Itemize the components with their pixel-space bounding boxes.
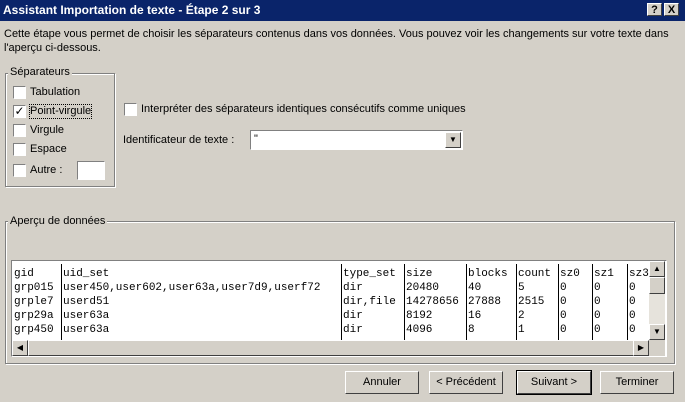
- scroll-right-icon[interactable]: ▶: [633, 340, 649, 356]
- scroll-up-icon[interactable]: ▲: [649, 261, 665, 277]
- scroll-down-icon[interactable]: ▼: [649, 324, 665, 340]
- table-cell: 0: [629, 310, 636, 322]
- table-row: grp29a user63a dir 8192 16 2 0 0 0: [12, 310, 649, 323]
- table-cell: 0: [629, 296, 636, 308]
- table-cell: dir: [343, 324, 363, 336]
- table-cell: 14278656: [406, 296, 459, 308]
- table-cell: 0: [594, 296, 601, 308]
- table-cell: userd51: [63, 296, 110, 308]
- other-checkbox[interactable]: [13, 164, 26, 177]
- text-qualifier-select[interactable]: " ▼: [250, 130, 463, 150]
- table-cell: 8192: [406, 310, 433, 322]
- table-cell: 16: [468, 310, 482, 322]
- intro-text: Cette étape vous permet de choisir les s…: [4, 28, 669, 54]
- other-separator-input[interactable]: [77, 161, 105, 180]
- column-divider[interactable]: [466, 264, 467, 344]
- table-row: grp450 user63a dir 4096 8 1 0 0 0: [12, 324, 649, 337]
- text-qualifier-label: Identificateur de texte :: [123, 134, 235, 146]
- table-cell: 0: [560, 296, 567, 308]
- comma-label[interactable]: Virgule: [30, 124, 64, 137]
- horizontal-scroll-thumb[interactable]: [28, 340, 634, 356]
- preview-legend: Aperçu de données: [8, 215, 108, 227]
- vertical-scroll-thumb[interactable]: [649, 277, 665, 294]
- space-checkbox[interactable]: [13, 143, 26, 156]
- table-cell: grple7: [14, 296, 54, 308]
- table-cell: 20480: [406, 282, 440, 294]
- next-button[interactable]: Suivant >: [516, 370, 592, 395]
- help-button[interactable]: ?: [647, 3, 662, 16]
- previous-button[interactable]: < Précédent: [429, 371, 503, 394]
- table-cell: 0: [629, 324, 636, 336]
- table-cell: dir,file: [343, 296, 396, 308]
- column-header[interactable]: count: [516, 268, 558, 281]
- text-qualifier-value: ": [254, 133, 258, 145]
- check-mark-icon: ✓: [14, 104, 25, 118]
- table-cell: 0: [594, 324, 601, 336]
- table-cell: dir: [343, 310, 363, 322]
- table-cell: 2515: [518, 296, 545, 308]
- column-divider[interactable]: [516, 264, 517, 344]
- table-cell: 0: [560, 282, 567, 294]
- table-cell: 27888: [468, 296, 502, 308]
- cancel-button[interactable]: Annuler: [345, 371, 419, 394]
- scrollbar-corner: [649, 340, 665, 356]
- window-title: Assistant Importation de texte - Étape 2…: [3, 3, 261, 17]
- table-cell: 0: [560, 310, 567, 322]
- other-label[interactable]: Autre :: [30, 164, 62, 177]
- column-header[interactable]: sz1: [592, 268, 627, 281]
- table-cell: grp015: [14, 282, 54, 294]
- table-cell: 0: [594, 310, 601, 322]
- table-cell: grp450: [14, 324, 54, 336]
- consecutive-checkbox[interactable]: [124, 103, 137, 116]
- semicolon-label[interactable]: Point-virgule: [28, 104, 93, 119]
- semicolon-checkbox[interactable]: ✓: [13, 105, 26, 118]
- table-cell: user450,user602,user63a,user7d9,userf72: [63, 282, 321, 294]
- table-cell: 0: [594, 282, 601, 294]
- scroll-left-icon[interactable]: ◀: [12, 340, 28, 356]
- table-row: grple7 userd51 dir,file 14278656 27888 2…: [12, 296, 649, 309]
- column-divider[interactable]: [627, 264, 628, 344]
- header-row: gid uid_set type_set size blocks count s…: [12, 268, 649, 281]
- column-header[interactable]: gid: [12, 268, 61, 281]
- table-cell: user63a: [63, 310, 110, 322]
- finish-button[interactable]: Terminer: [600, 371, 674, 394]
- tab-label[interactable]: Tabulation: [30, 86, 80, 99]
- table-cell: 0: [629, 282, 636, 294]
- table-cell: user63a: [63, 324, 110, 336]
- column-divider[interactable]: [558, 264, 559, 344]
- table-cell: 4096: [406, 324, 433, 336]
- table-cell: 2: [518, 310, 525, 322]
- column-divider[interactable]: [341, 264, 342, 344]
- table-cell: 1: [518, 324, 525, 336]
- column-header[interactable]: sz3: [627, 268, 649, 281]
- title-bar: Assistant Importation de texte - Étape 2…: [0, 0, 685, 21]
- table-row: grp015 user450,user602,user63a,user7d9,u…: [12, 282, 649, 295]
- table-cell: 8: [468, 324, 475, 336]
- comma-checkbox[interactable]: [13, 124, 26, 137]
- consecutive-label[interactable]: Interpréter des séparateurs identiques c…: [141, 103, 466, 116]
- column-divider[interactable]: [592, 264, 593, 344]
- column-header[interactable]: uid_set: [61, 268, 341, 281]
- column-header[interactable]: blocks: [466, 268, 516, 281]
- column-header[interactable]: sz0: [558, 268, 592, 281]
- space-label[interactable]: Espace: [30, 143, 67, 156]
- column-header[interactable]: type_set: [341, 268, 404, 281]
- column-header[interactable]: size: [404, 268, 466, 281]
- table-cell: grp29a: [14, 310, 54, 322]
- tab-checkbox[interactable]: [13, 86, 26, 99]
- separators-legend: Séparateurs: [8, 66, 72, 78]
- close-button[interactable]: X: [664, 3, 679, 16]
- column-divider[interactable]: [404, 264, 405, 344]
- table-cell: 0: [560, 324, 567, 336]
- dropdown-arrow-icon[interactable]: ▼: [445, 132, 461, 148]
- column-divider[interactable]: [61, 264, 62, 344]
- table-cell: dir: [343, 282, 363, 294]
- table-cell: 5: [518, 282, 525, 294]
- data-preview[interactable]: gid uid_set type_set size blocks count s…: [11, 260, 667, 357]
- preview-grid: gid uid_set type_set size blocks count s…: [12, 264, 649, 344]
- table-cell: 40: [468, 282, 482, 294]
